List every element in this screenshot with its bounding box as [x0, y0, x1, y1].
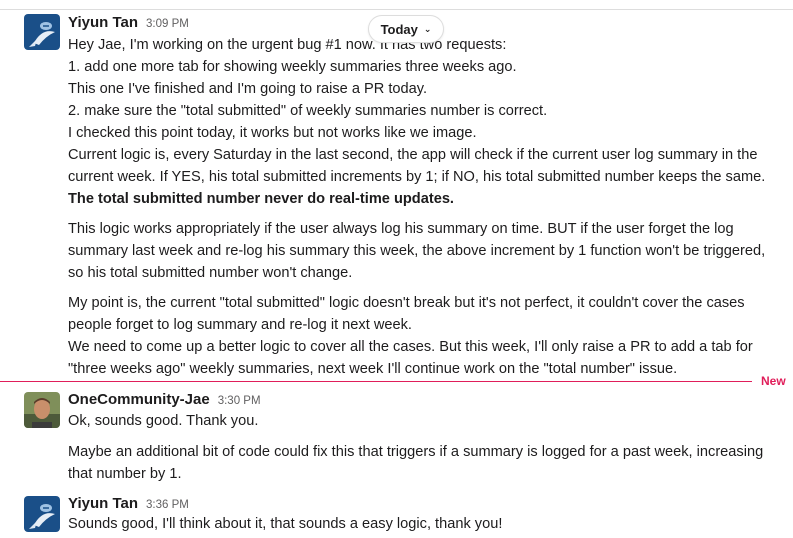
message-line: We need to come up a better logic to cov… [68, 339, 753, 355]
message-line: My point is, the current "total submitte… [68, 295, 745, 311]
author-name[interactable]: Yiyun Tan [68, 14, 138, 31]
message-header: Yiyun Tan 3:09 PM [68, 14, 189, 31]
message-line: current week. If YES, his total submitte… [68, 169, 766, 185]
message-line: "three weeks ago" weekly summaries, next… [68, 361, 678, 377]
new-messages-divider [0, 381, 752, 382]
message-line: Current logic is, every Saturday in the … [68, 147, 758, 163]
date-divider-line [0, 9, 793, 10]
yiyun-avatar-icon [24, 14, 60, 50]
message-line: Ok, sounds good. Thank you. [68, 413, 259, 429]
message-line: that number by 1. [68, 466, 182, 482]
message-header: Yiyun Tan 3:36 PM [68, 495, 189, 512]
message-line: This one I've finished and I'm going to … [68, 81, 427, 97]
new-messages-label: New [761, 374, 786, 388]
yiyun-avatar-icon [24, 496, 60, 532]
date-label: Today [380, 21, 418, 37]
message-line: This logic works appropriately if the us… [68, 221, 734, 237]
message-line-bold: The total submitted number never do real… [68, 191, 454, 207]
message-line: people forget to log summary and re-log … [68, 317, 412, 333]
message-line: Maybe an additional bit of code could fi… [68, 444, 764, 460]
avatar[interactable] [24, 496, 60, 532]
message-header: OneCommunity-Jae 3:30 PM [68, 391, 261, 408]
jae-avatar-icon [24, 392, 60, 428]
message-line: 1. add one more tab for showing weekly s… [68, 59, 517, 75]
author-name[interactable]: Yiyun Tan [68, 495, 138, 512]
chevron-down-icon: ⌄ [423, 23, 432, 34]
avatar[interactable] [24, 392, 60, 428]
author-name[interactable]: OneCommunity-Jae [68, 391, 210, 408]
message-line: so his total submitted number won't chan… [68, 265, 353, 281]
timestamp[interactable]: 3:30 PM [218, 395, 261, 407]
timestamp[interactable]: 3:36 PM [146, 499, 189, 511]
message-line: Sounds good, I'll think about it, that s… [68, 516, 503, 532]
date-divider-button[interactable]: Today ⌄ [368, 15, 444, 43]
avatar[interactable] [24, 14, 60, 50]
message-line: I checked this point today, it works but… [68, 125, 477, 141]
message-line: summary last week and re-log his summary… [68, 243, 766, 259]
timestamp[interactable]: 3:09 PM [146, 18, 189, 30]
message-line: 2. make sure the "total submitted" of we… [68, 103, 548, 119]
